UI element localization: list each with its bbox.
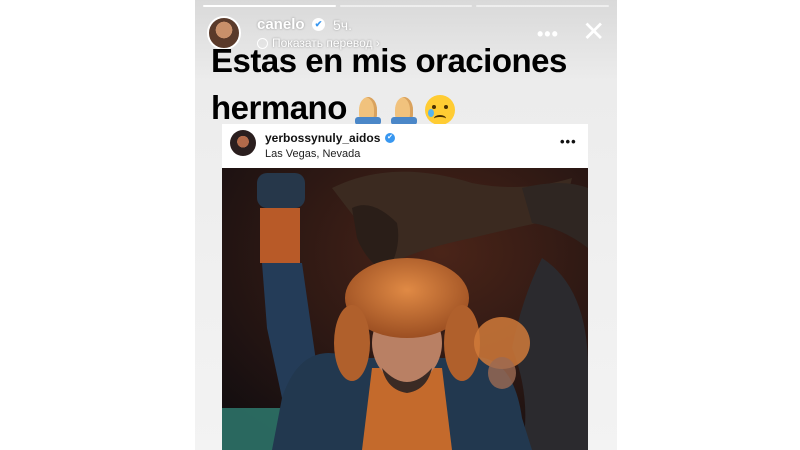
post-photo [222, 168, 588, 450]
shared-post-header: yerbossynuly_aidos ✔ Las Vegas, Nevada •… [222, 124, 588, 168]
close-icon[interactable]: ✕ [582, 18, 605, 46]
folded-hands-emoji [353, 95, 383, 126]
tear-drop [427, 109, 434, 118]
glove [257, 173, 305, 208]
progress-segment [476, 5, 610, 7]
story-timestamp: 5ч. [333, 17, 352, 33]
folded-hands-emoji [389, 95, 419, 126]
story-caption-text: hermano [211, 89, 347, 126]
background-person-face [488, 357, 516, 389]
post-location[interactable]: Las Vegas, Nevada [265, 148, 360, 160]
story-caption-line-2: hermano [211, 89, 455, 127]
crying-face-emoji [424, 95, 455, 126]
progress-segment [339, 5, 473, 7]
story-progress-bar [203, 5, 610, 7]
fur-hat-flap-left [334, 305, 370, 381]
fighter-with-eagle-photo [222, 168, 588, 450]
verified-badge-icon: ✔ [312, 18, 325, 31]
shared-post-card[interactable]: yerbossynuly_aidos ✔ Las Vegas, Nevada •… [222, 124, 588, 450]
post-more-options-icon[interactable]: ••• [560, 134, 577, 149]
story-viewer: canelo ✔ 5ч. Показать перевод › ••• ✕ Es… [195, 0, 617, 450]
story-author-username[interactable]: canelo [257, 16, 305, 33]
verified-badge-icon: ✔ [385, 133, 395, 143]
post-author-avatar[interactable] [230, 130, 256, 156]
post-author-username[interactable]: yerbossynuly_aidos [265, 131, 380, 145]
progress-segment [203, 5, 336, 7]
story-caption-line-1: Estas en mis oraciones [211, 42, 567, 79]
fur-cuff [260, 208, 300, 263]
